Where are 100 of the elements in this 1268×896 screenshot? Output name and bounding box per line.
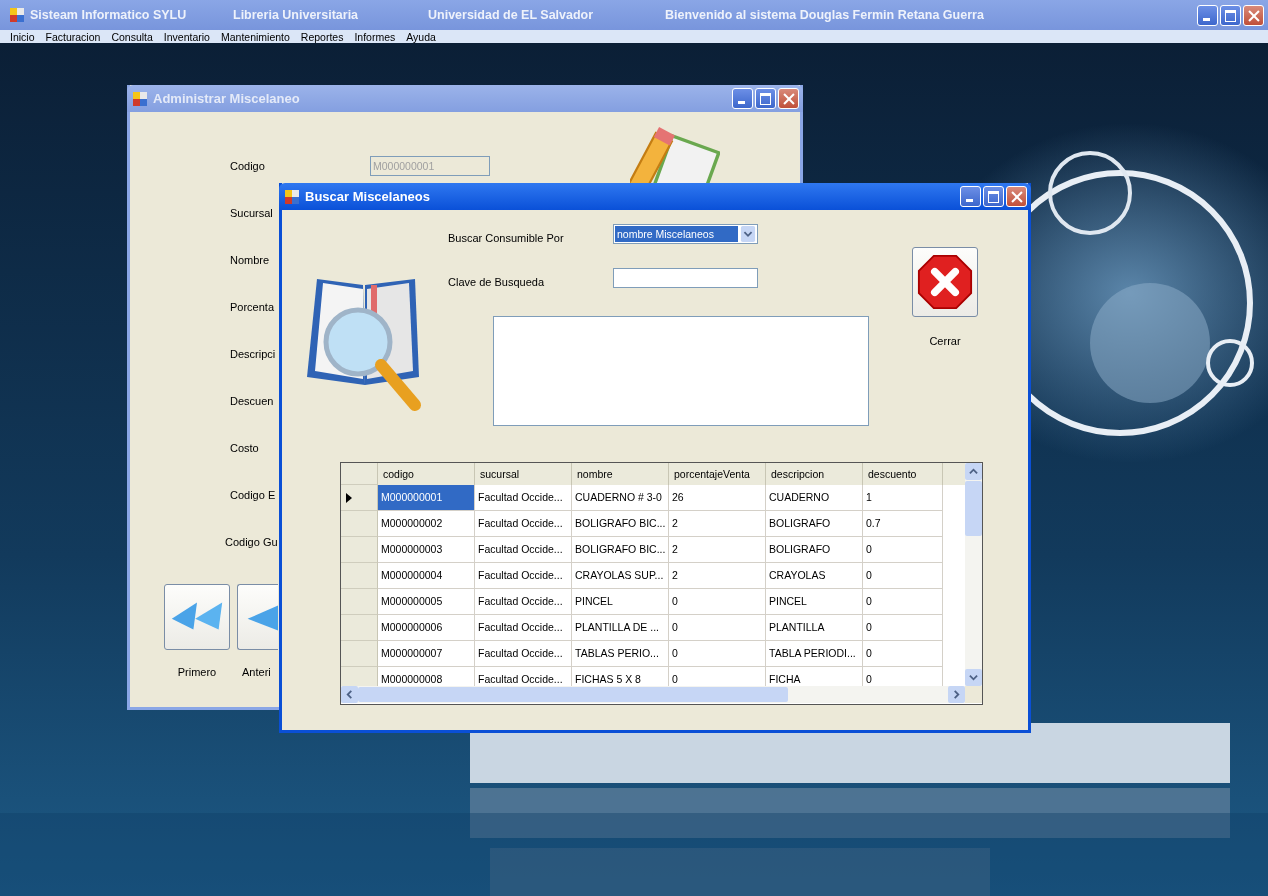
minimize-button[interactable] <box>960 186 981 207</box>
window-title: Buscar Miscelaneos <box>305 189 430 204</box>
scroll-up-icon <box>969 467 978 476</box>
field-label: Buscar Consumible Por <box>448 231 565 244</box>
table-cell: BOLIGRAFO BIC... <box>572 511 669 537</box>
scroll-left-icon <box>345 690 354 699</box>
maximize-button[interactable] <box>983 186 1004 207</box>
table-cell: 1 <box>863 485 943 511</box>
row-header[interactable] <box>341 485 378 511</box>
menu-item[interactable]: Inicio <box>10 30 35 43</box>
table-cell: PLANTILLA DE ... <box>572 615 669 641</box>
scroll-thumb[interactable] <box>965 481 982 536</box>
navigation-button[interactable] <box>164 584 230 650</box>
window-title: Sisteam Informatico SYLU <box>30 8 188 22</box>
field-label: Codigo Gu <box>225 536 278 548</box>
stop-icon <box>917 254 973 310</box>
table-cell: CRAYOLAS SUP... <box>572 563 669 589</box>
field-label: Codigo <box>230 160 265 172</box>
table-cell: Facultad Occide... <box>475 537 572 563</box>
field-label: Codigo E <box>230 489 276 501</box>
minimize-button[interactable] <box>1197 4 1218 26</box>
menu-item[interactable]: Mantenimiento <box>220 30 290 43</box>
table-cell: 0 <box>669 589 766 615</box>
table-cell: PINCEL <box>766 589 863 615</box>
table-cell: BOLIGRAFO <box>766 511 863 537</box>
column-header[interactable]: sucursal <box>475 463 572 485</box>
field-label: Clave de Busqueda <box>448 275 545 288</box>
close-button[interactable] <box>912 247 978 317</box>
table-cell: CUADERNO # 3-0 <box>572 485 669 511</box>
menu-item[interactable]: Informes <box>354 30 396 43</box>
table-cell: 0 <box>863 641 943 667</box>
table-cell: M000000001 <box>378 485 475 511</box>
table-cell: 2 <box>669 537 766 563</box>
field-label: Porcenta <box>230 301 275 313</box>
scrollbar-corner <box>965 686 982 703</box>
window-title: Administrar Miscelaneo <box>153 91 300 106</box>
vertical-scrollbar[interactable] <box>965 463 982 686</box>
table-cell: M000000003 <box>378 537 475 563</box>
table-cell: CRAYOLAS <box>766 563 863 589</box>
menu-item[interactable]: Ayuda <box>406 30 436 43</box>
search-key-field[interactable] <box>613 268 758 288</box>
field-label: Sucursal <box>230 207 273 219</box>
menu-item[interactable]: Inventario <box>163 30 210 43</box>
column-header[interactable]: descuento <box>863 463 943 485</box>
horizontal-scrollbar[interactable] <box>341 686 965 703</box>
scroll-thumb[interactable] <box>358 687 788 702</box>
scroll-down-icon <box>969 673 978 682</box>
field-label: Nombre <box>230 254 270 266</box>
navigation-button[interactable] <box>237 584 278 650</box>
scroll-right-icon <box>952 690 961 699</box>
table-cell: Facultad Occide... <box>475 641 572 667</box>
menu-item[interactable]: Facturacion <box>45 30 101 43</box>
app-icon <box>10 8 24 22</box>
table-cell: PINCEL <box>572 589 669 615</box>
table-cell: 0 <box>863 615 943 641</box>
button-label: Primero <box>177 666 217 678</box>
table-cell: TABLA PERIODI... <box>766 641 863 667</box>
table-cell: M000000007 <box>378 641 475 667</box>
table-cell: M000000004 <box>378 563 475 589</box>
table-cell: Facultad Occide... <box>475 485 572 511</box>
table-cell: Facultad Occide... <box>475 615 572 641</box>
window-title: Bienvenido al sistema Douglas Fermin Retana Guerra <box>665 8 984 22</box>
table-cell: M000000006 <box>378 615 475 641</box>
table-cell: CUADERNO <box>766 485 863 511</box>
table-cell: 0 <box>669 641 766 667</box>
table-cell: 0 <box>669 615 766 641</box>
current-row-icon <box>346 492 352 503</box>
button-label: Anteri <box>242 666 271 678</box>
column-header[interactable]: nombre <box>572 463 669 485</box>
menu-item[interactable]: Consulta <box>111 30 153 43</box>
table-cell: 0 <box>863 589 943 615</box>
table-cell: BOLIGRAFO BIC... <box>572 537 669 563</box>
button-label: Cerrar <box>929 335 961 347</box>
column-header[interactable]: porcentajeVenta <box>669 463 766 485</box>
table-cell: Facultad Occide... <box>475 511 572 537</box>
table-cell: M000000002 <box>378 511 475 537</box>
table-cell: Facultad Occide... <box>475 563 572 589</box>
table-cell: PLANTILLA <box>766 615 863 641</box>
search-by-dropdown[interactable]: nombre Miscelaneos <box>613 224 758 244</box>
table-cell: TABLAS PERIO... <box>572 641 669 667</box>
table-cell: 0 <box>863 563 943 589</box>
table-cell: 2 <box>669 563 766 589</box>
app-icon <box>133 91 147 106</box>
menu-item[interactable]: Reportes <box>300 30 344 43</box>
table-cell: M000000005 <box>378 589 475 615</box>
table-cell: 26 <box>669 485 766 511</box>
window-title: Universidad de EL Salvador <box>428 8 595 22</box>
table-cell: 0 <box>863 537 943 563</box>
window-title: Libreria Universitaria <box>233 8 360 22</box>
column-header[interactable]: descripcion <box>766 463 863 485</box>
app-icon <box>285 189 299 204</box>
field-label: Costo <box>230 442 259 454</box>
field-label: Descripci <box>230 348 276 360</box>
field-label: Descuen <box>230 395 274 407</box>
table-cell: 0.7 <box>863 511 943 537</box>
text-area[interactable] <box>493 316 869 426</box>
table-cell: Facultad Occide... <box>475 589 572 615</box>
table-cell: 2 <box>669 511 766 537</box>
table-cell: BOLIGRAFO <box>766 537 863 563</box>
maximize-button[interactable] <box>1220 4 1241 26</box>
